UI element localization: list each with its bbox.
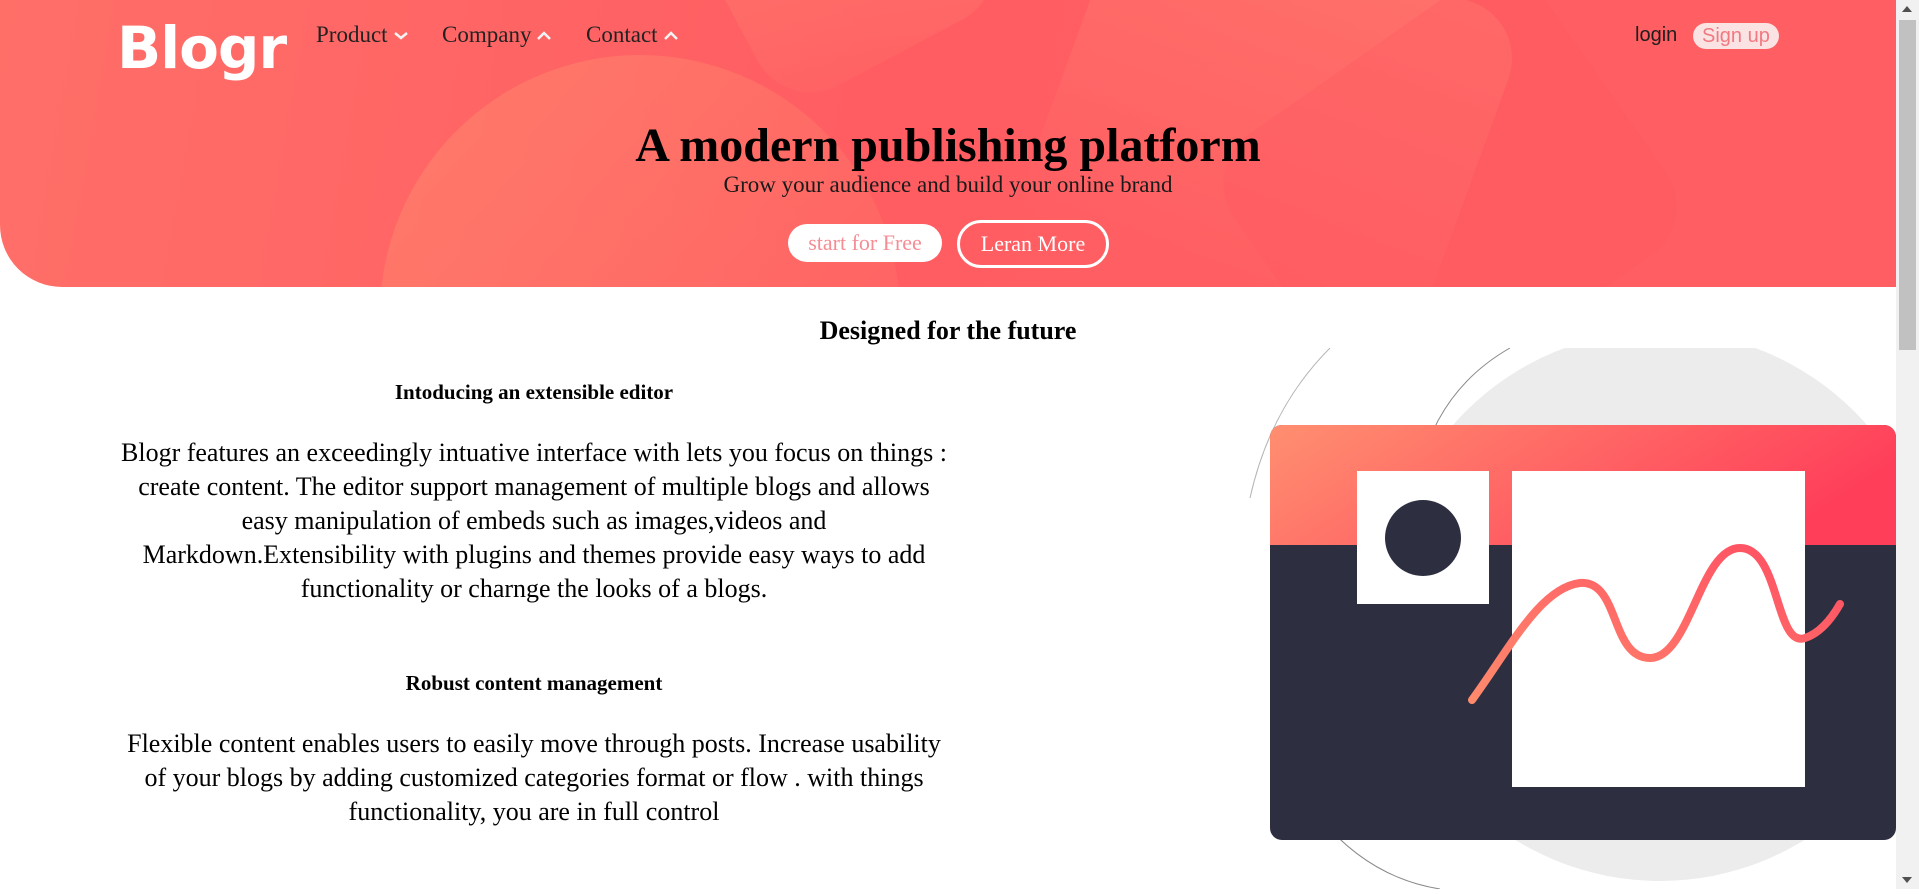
nav-product-label: Product xyxy=(316,22,388,47)
hero-subtitle: Grow your audience and build your online… xyxy=(723,172,1173,197)
scroll-down-icon[interactable] xyxy=(1902,877,1912,883)
feature-heading: Intoducing an extensible editor xyxy=(394,380,674,404)
section-title: Designed for the future xyxy=(819,316,1077,345)
feature-text: Flexible content enables users to easily… xyxy=(127,729,941,826)
nav-company-label: Company xyxy=(442,22,532,47)
page-scrollbar[interactable] xyxy=(1896,0,1919,889)
feature-heading: Robust content management xyxy=(405,671,663,695)
start-for-free-button[interactable]: start for Free xyxy=(788,224,942,262)
nav-company[interactable]: Company xyxy=(442,22,553,48)
login-link[interactable]: login xyxy=(1635,24,1677,47)
learn-more-button[interactable]: Leran More xyxy=(957,220,1109,268)
editor-illustration xyxy=(1240,331,1919,890)
nav-contact[interactable]: Contact xyxy=(586,22,680,48)
chevron-up-icon xyxy=(535,28,553,42)
chevron-down-icon xyxy=(392,28,410,42)
nav-product[interactable]: Product xyxy=(316,22,410,48)
hero-header: Blogr Product Company Contact login Sign… xyxy=(0,0,1896,287)
logo[interactable]: Blogr xyxy=(117,16,287,80)
feature-text: Blogr features an exceedingly intuative … xyxy=(121,438,947,603)
chevron-up-icon xyxy=(662,28,680,42)
scrollbar-thumb[interactable] xyxy=(1899,20,1916,350)
scroll-up-icon[interactable] xyxy=(1902,6,1912,12)
signup-button[interactable]: Sign up xyxy=(1693,23,1779,49)
nav-contact-label: Contact xyxy=(586,22,658,47)
hero-title: A modern publishing platform xyxy=(635,119,1261,172)
